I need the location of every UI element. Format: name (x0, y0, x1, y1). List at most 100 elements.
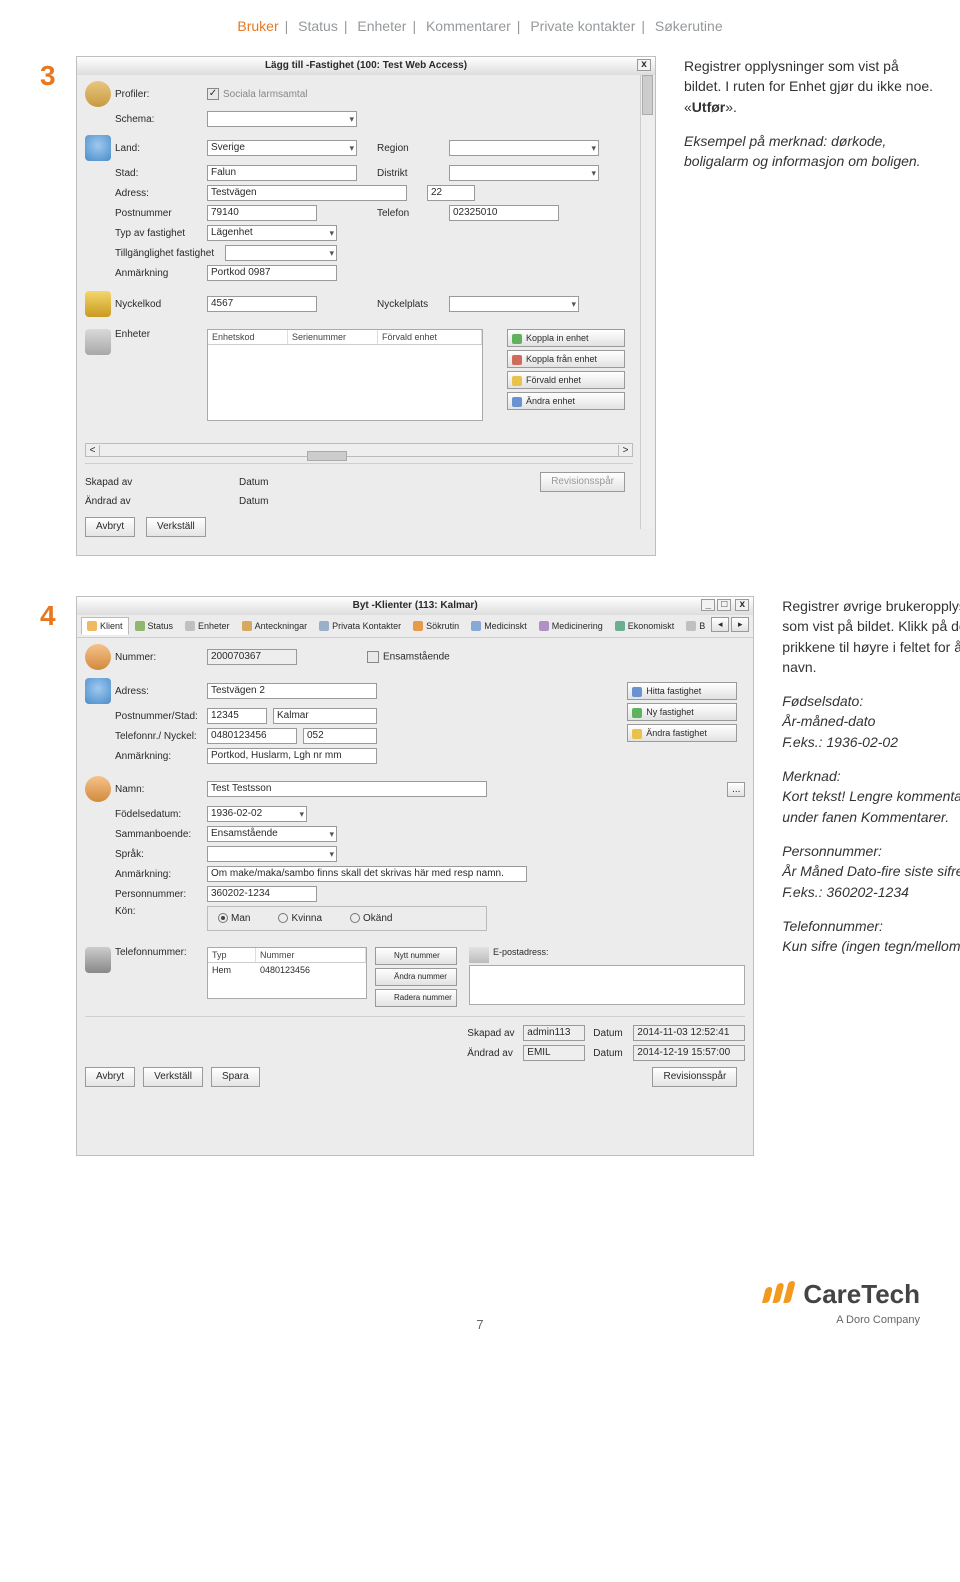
tab-scroll-left[interactable]: ◂ (711, 617, 729, 632)
nyckel-input-4[interactable]: 052 (303, 728, 377, 744)
avbryt-button[interactable]: Avbryt (85, 517, 135, 537)
d2-val: 2014-12-19 15:57:00 (633, 1045, 745, 1061)
andra-fastighet-button[interactable]: Ändra fastighet (627, 724, 737, 742)
koppla-in-button[interactable]: Koppla in enhet (507, 329, 625, 347)
typ-select[interactable]: Lägenhet (207, 225, 337, 241)
maximize-button[interactable]: □ (717, 599, 731, 611)
radio-okand[interactable]: Okänd (350, 913, 392, 924)
close-button[interactable]: x (637, 59, 651, 71)
samman-select[interactable]: Ensamstående (207, 826, 337, 842)
label-typ: Typ av fastighet (115, 228, 207, 239)
label-kon: Kön: (115, 906, 207, 917)
tab-more[interactable]: B (680, 617, 711, 635)
profile-icon (85, 81, 111, 107)
schema-select[interactable] (207, 111, 357, 127)
adress-input-4[interactable]: Testvägen 2 (207, 683, 377, 699)
tel-input-4[interactable]: 0480123456 (207, 728, 297, 744)
phone-icon (85, 947, 111, 973)
koppla-fran-button[interactable]: Koppla från enhet (507, 350, 625, 368)
sprak-select[interactable] (207, 846, 337, 862)
nav-tabs: Bruker| Status| Enheter| Kommentarer| Pr… (40, 18, 920, 34)
nav-bruker: Bruker (237, 18, 278, 34)
key-icon (85, 291, 111, 317)
nyckelplats-select[interactable] (449, 296, 579, 312)
label-nyckelkod: Nyckelkod (115, 299, 207, 310)
label-nyckelplats: Nyckelplats (377, 299, 449, 310)
phone-list[interactable]: TypNummer Hem0480123456 (207, 947, 367, 999)
adress-input[interactable]: Testvägen (207, 185, 407, 201)
andra-enhet-button[interactable]: Ändra enhet (507, 392, 625, 410)
pnr-input[interactable]: 360202-1234 (207, 886, 317, 902)
epost-list[interactable] (469, 965, 745, 1005)
step4-fd: Fødselsdato:År-måned-datoF.eks.: 1936-02… (782, 691, 960, 752)
tab-anteckningar[interactable]: Anteckningar (236, 617, 314, 635)
telefon-input[interactable]: 02325010 (449, 205, 559, 221)
nyckelkod-input[interactable]: 4567 (207, 296, 317, 312)
namn-input[interactable]: Test Testsson (207, 781, 487, 797)
label-datum2: Datum (239, 496, 283, 507)
label-anm: Anmärkning (115, 268, 207, 279)
tab-medicinskt[interactable]: Medicinskt (465, 617, 533, 635)
anm-input[interactable]: Portkod 0987 (207, 265, 337, 281)
hitta-button[interactable]: Hitta fastighet (627, 682, 737, 700)
label-anm-4: Anmärkning: (115, 751, 207, 762)
label-pnr: Personnummer: (115, 889, 207, 900)
tab-ekonomiskt[interactable]: Ekonomiskt (609, 617, 681, 635)
tab-status[interactable]: Status (129, 617, 180, 635)
label-adress: Adress: (115, 188, 207, 199)
profiler-checkbox[interactable]: ✓ (207, 88, 219, 100)
nav-sokerutine: Søkerutine (655, 18, 723, 34)
fdat-input[interactable]: 1936-02-02 (207, 806, 307, 822)
verkstall-button-4[interactable]: Verkställ (143, 1067, 203, 1087)
tillg-select[interactable] (225, 245, 337, 261)
tab-scroll-right[interactable]: ▸ (731, 617, 749, 632)
adress-no-input[interactable]: 22 (427, 185, 475, 201)
label-tel: Telefonnr./ Nyckel: (115, 731, 207, 742)
label-telefon: Telefon (377, 208, 449, 219)
ny-fastighet-button[interactable]: Ny fastighet (627, 703, 737, 721)
postnr-input-4[interactable]: 12345 (207, 708, 267, 724)
label-region: Region (377, 143, 449, 154)
anm2-input[interactable]: Om make/maka/sambo finns skall det skriv… (207, 866, 527, 882)
nytt-num-button[interactable]: Nytt nummer (375, 947, 457, 965)
step-3-number: 3 (40, 60, 76, 92)
forvald-button[interactable]: Förvald enhet (507, 371, 625, 389)
ensam-checkbox[interactable] (367, 651, 379, 663)
enheter-list[interactable]: Enhetskod Serienummer Förvald enhet (207, 329, 483, 421)
postnr-input[interactable]: 79140 (207, 205, 317, 221)
stad-input-4[interactable]: Kalmar (273, 708, 377, 724)
close-button-4[interactable]: x (735, 599, 749, 611)
step-4-number: 4 (40, 600, 76, 632)
radio-man[interactable]: Man (218, 913, 250, 924)
tab-klient[interactable]: Klient (81, 617, 129, 635)
verkstall-button[interactable]: Verkställ (146, 517, 206, 537)
land-select[interactable]: Sverige (207, 140, 357, 156)
profiler-value: Sociala larmsamtal (223, 89, 307, 100)
spara-button[interactable]: Spara (211, 1067, 260, 1087)
minimize-button[interactable]: _ (701, 599, 715, 611)
col-forvald: Förvald enhet (378, 330, 482, 344)
distrikt-select[interactable] (449, 165, 599, 181)
anm-input-4[interactable]: Portkod, Huslarm, Lgh nr mm (207, 748, 377, 764)
avbryt-button-4[interactable]: Avbryt (85, 1067, 135, 1087)
kon-group: Man Kvinna Okänd (207, 906, 487, 931)
label-schema: Schema: (115, 114, 207, 125)
radio-kvinna[interactable]: Kvinna (278, 913, 322, 924)
region-select[interactable] (449, 140, 599, 156)
tab-privata[interactable]: Privata Kontakter (313, 617, 407, 635)
andra-num-button[interactable]: Ändra nummer (375, 968, 457, 986)
radera-num-button[interactable]: Radera nummer (375, 989, 457, 1007)
tab-enheter[interactable]: Enheter (179, 617, 236, 635)
revspar-button-4[interactable]: Revisionsspår (652, 1067, 737, 1087)
stad-input[interactable]: Falun (207, 165, 357, 181)
nummer-input[interactable]: 200070367 (207, 649, 297, 665)
namn-dots-button[interactable]: ... (727, 782, 745, 797)
drive-icon (85, 329, 111, 355)
nav-private-kontakter: Private kontakter (530, 18, 635, 34)
label-tillg: Tillgänglighet fastighet (115, 248, 225, 259)
tab-medicinering[interactable]: Medicinering (533, 617, 609, 635)
tab-sokrutin[interactable]: Sökrutin (407, 617, 465, 635)
vertical-scrollbar[interactable] (640, 75, 654, 529)
label-anm2: Anmärkning: (115, 869, 207, 880)
horizontal-scrollbar[interactable]: <> (85, 443, 633, 457)
